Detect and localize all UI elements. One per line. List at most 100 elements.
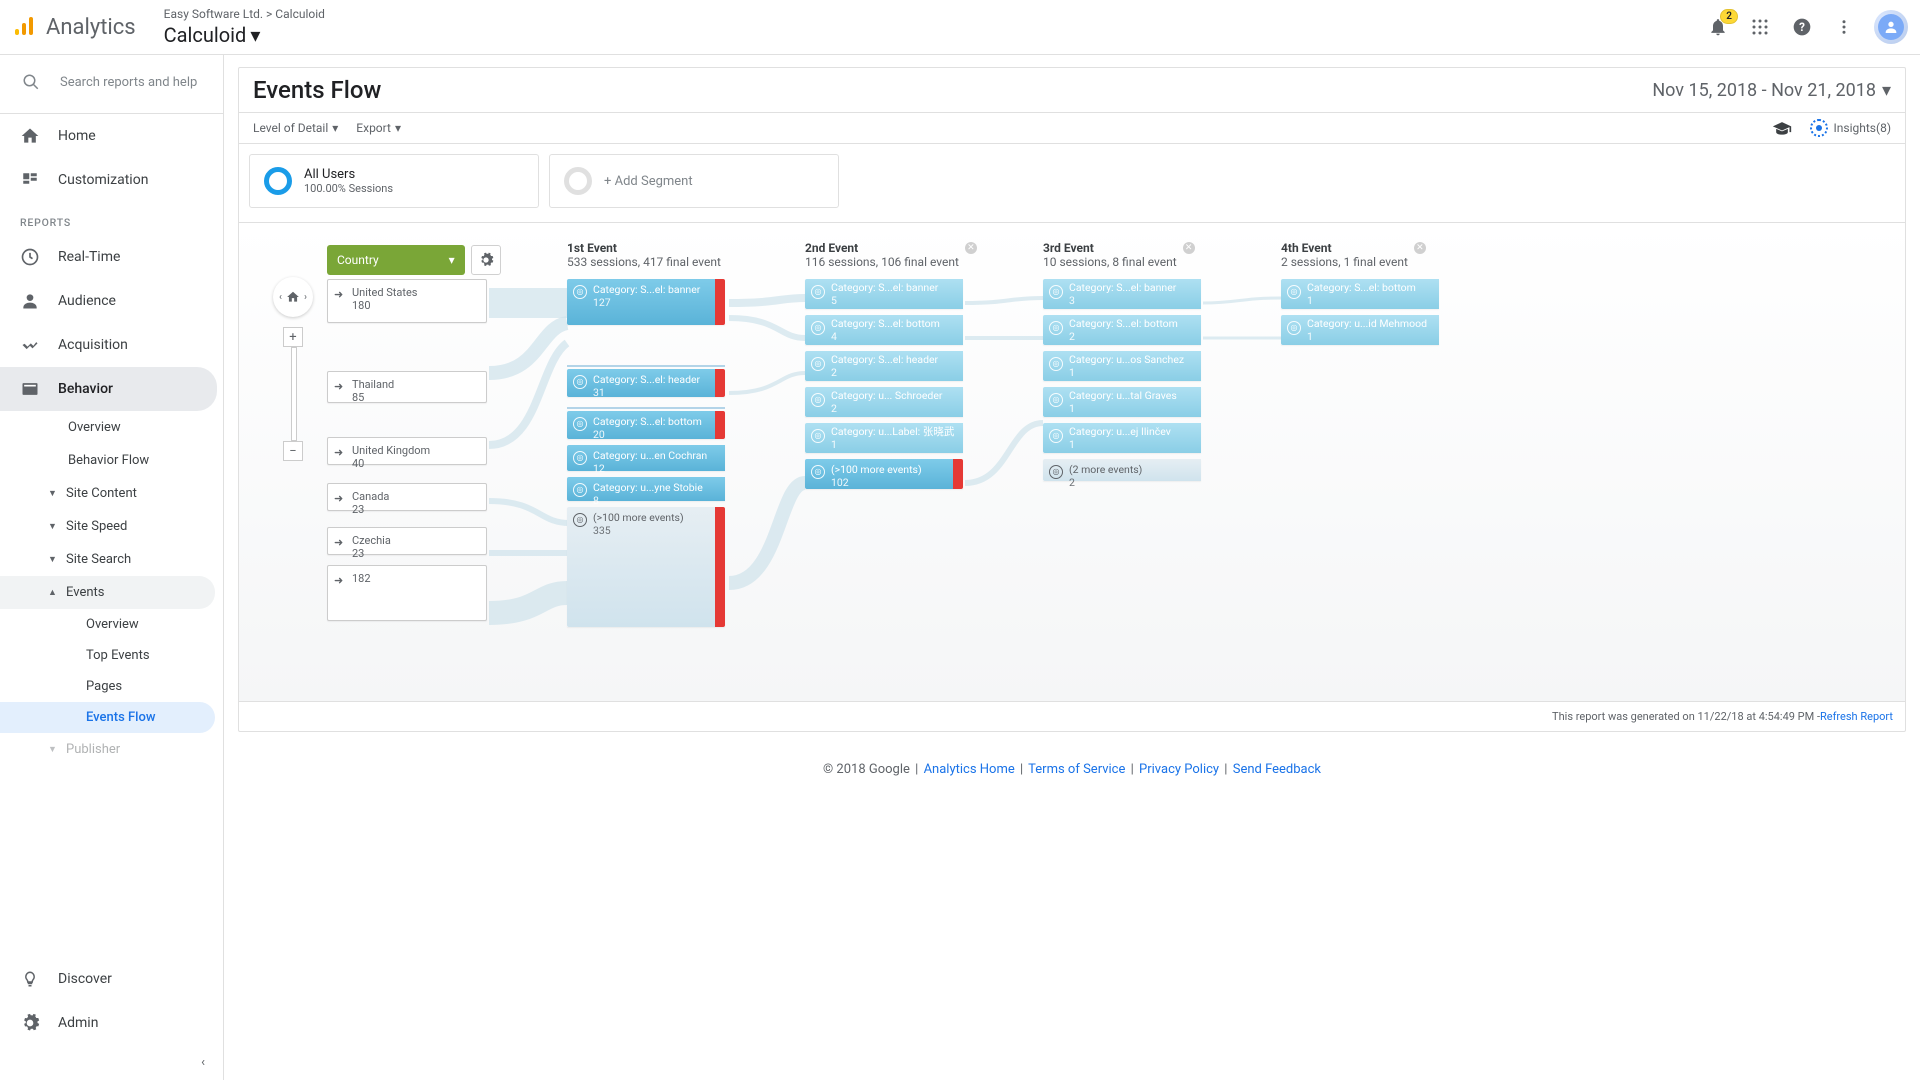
event-label: Category: u...tal Graves (1069, 390, 1195, 403)
event-node[interactable]: ◎ Category: u...yne Stobie 8 (567, 477, 725, 501)
nav-behavior-overview[interactable]: Overview (0, 411, 215, 444)
help-button[interactable]: ? (1790, 15, 1814, 39)
event-node[interactable]: ◎ Category: u...en Cochran 12 (567, 445, 725, 471)
source-node[interactable]: ➜ United States 180 (327, 279, 487, 323)
event-column: ◎ Category: S...el: banner 3 ◎ Category:… (1043, 279, 1201, 487)
event-icon: ◎ (573, 513, 587, 527)
insights-button[interactable]: Insights(8) (1810, 119, 1892, 137)
analytics-home-link[interactable]: Analytics Home (924, 762, 1015, 777)
source-node[interactable]: ➜ Thailand 85 (327, 371, 487, 403)
flow-settings-button[interactable] (471, 245, 501, 275)
nav-events-top[interactable]: Top Events (0, 640, 215, 671)
event-icon: ◎ (811, 357, 825, 371)
behavior-icon (20, 379, 40, 399)
apps-button[interactable] (1748, 15, 1772, 39)
account-avatar[interactable] (1874, 10, 1908, 44)
event-node[interactable]: ◎ Category: S...el: header 31 (567, 369, 725, 397)
source-node[interactable]: ➜ Czechia 23 (327, 527, 487, 555)
education-icon[interactable] (1772, 120, 1792, 136)
event-node[interactable]: ◎ Category: u...id Mehmood 1 (1281, 315, 1439, 345)
event-node[interactable]: ◎ Category: S...el: bottom 1 (1281, 279, 1439, 309)
event-node[interactable]: ◎ Category: S...el: bottom 20 (567, 411, 725, 439)
chevron-up-icon: ▲ (48, 587, 56, 598)
column-dismiss-button[interactable]: ✕ (1183, 242, 1195, 254)
search-input[interactable]: Search reports and help (0, 55, 223, 114)
privacy-link[interactable]: Privacy Policy (1139, 762, 1219, 777)
col-title: 2nd Event (805, 241, 959, 255)
home-icon (286, 290, 300, 304)
overflow-menu-button[interactable] (1832, 15, 1856, 39)
event-column: ◎ Category: S...el: bottom 1 ◎ Category:… (1281, 279, 1439, 351)
feedback-link[interactable]: Send Feedback (1233, 762, 1321, 777)
dropdown-caret-icon: ▾ (1882, 80, 1891, 101)
event-node[interactable]: ◎ Category: S...el: bottom 2 (1043, 315, 1201, 345)
nav-admin[interactable]: Admin (0, 1001, 217, 1045)
nav-site-search[interactable]: ▼Site Search (0, 543, 215, 576)
sidebar-collapse-button[interactable]: ‹ (0, 1045, 223, 1080)
event-node[interactable]: ◎ (>100 more events) 102 (805, 459, 963, 489)
nav-audience[interactable]: Audience (0, 279, 217, 323)
event-node[interactable]: ◎ Category: S...el: banner 127 (567, 279, 725, 325)
caret-down-icon: ▾ (332, 121, 338, 135)
zoom-out-button[interactable]: − (283, 441, 303, 461)
nav-events[interactable]: ▲Events (0, 576, 215, 609)
dimension-label: Country (337, 253, 379, 267)
nav-behavior-flow[interactable]: Behavior Flow (0, 444, 215, 477)
breadcrumb: Easy Software Ltd. > Calculoid (164, 7, 325, 21)
export-dropdown[interactable]: Export▾ (356, 121, 401, 135)
nav-events-pages[interactable]: Pages (0, 671, 215, 702)
level-of-detail-dropdown[interactable]: Level of Detail ▾ (253, 121, 338, 135)
nav-customization[interactable]: Customization (0, 158, 217, 202)
nav-site-speed[interactable]: ▼Site Speed (0, 510, 215, 543)
source-node[interactable]: ➜ 182 (327, 565, 487, 621)
zoom-reset-button[interactable]: ‹ › (273, 277, 313, 317)
event-label: Category: u...Label: 张晓武 (831, 426, 957, 439)
account-selector[interactable]: Easy Software Ltd. > Calculoid Calculoid… (164, 7, 325, 47)
event-count: 102 (831, 477, 947, 490)
toolbar-label: Level of Detail (253, 121, 328, 135)
event-node[interactable]: ◎ Category: S...el: bottom 4 (805, 315, 963, 345)
notifications-button[interactable]: 2 (1706, 15, 1730, 39)
col-title: 1st Event (567, 241, 721, 255)
nav-events-flow[interactable]: Events Flow (0, 702, 215, 733)
nav-home[interactable]: Home (0, 114, 217, 158)
nav-acquisition[interactable]: Acquisition (0, 323, 217, 367)
zoom-in-button[interactable]: + (283, 327, 303, 347)
column-dismiss-button[interactable]: ✕ (965, 242, 977, 254)
dimension-dropdown[interactable]: Country ▾ (327, 245, 465, 275)
source-node[interactable]: ➜ United Kingdom 40 (327, 437, 487, 465)
nav-site-content[interactable]: ▼Site Content (0, 477, 215, 510)
event-icon: ◎ (1049, 429, 1063, 443)
event-count: 1 (831, 439, 957, 452)
nav-events-overview[interactable]: Overview (0, 609, 215, 640)
event-node[interactable]: ◎ Category: u...tal Graves 1 (1043, 387, 1201, 417)
event-icon: ◎ (573, 451, 587, 465)
source-node[interactable]: ➜ Canada 23 (327, 483, 487, 511)
event-node[interactable]: ◎ Category: u...Label: 张晓武 1 (805, 423, 963, 453)
column-dismiss-button[interactable]: ✕ (1414, 242, 1426, 254)
nav-publisher[interactable]: ▼Publisher (0, 733, 215, 766)
event-node[interactable]: ◎ (2 more events) 2 (1043, 459, 1201, 481)
event-node[interactable]: ◎ Category: S...el: header 2 (805, 351, 963, 381)
date-range-picker[interactable]: Nov 15, 2018 - Nov 21, 2018 ▾ (1652, 80, 1891, 101)
add-segment-button[interactable]: + Add Segment (549, 154, 839, 208)
event-node[interactable]: ◎ Category: u...os Sanchez 1 (1043, 351, 1201, 381)
event-node[interactable]: ◎ Category: S...el: banner 5 (805, 279, 963, 309)
segment-all-users[interactable]: All Users 100.00% Sessions (249, 154, 539, 208)
event-icon: ◎ (573, 483, 587, 497)
nav-behavior[interactable]: Behavior (0, 367, 217, 411)
event-count: 127 (593, 297, 709, 310)
nav-discover[interactable]: Discover (0, 957, 217, 1001)
zoom-slider[interactable] (291, 347, 297, 441)
flow-column-header: 1st Event 533 sessions, 417 final event (567, 241, 721, 269)
tos-link[interactable]: Terms of Service (1028, 762, 1125, 777)
refresh-report-link[interactable]: Refresh Report (1820, 710, 1893, 723)
event-node[interactable]: ◎ Category: u... Schroeder 2 (805, 387, 963, 417)
nav-realtime[interactable]: Real-Time (0, 235, 217, 279)
property-label: Calculoid (164, 23, 247, 47)
event-node[interactable]: ◎ (>100 more events) 335 (567, 507, 725, 627)
event-node[interactable]: ◎ Category: S...el: banner 3 (1043, 279, 1201, 309)
flow-chart[interactable]: ‹ › + − Country ▾ (239, 222, 1905, 702)
event-node[interactable]: ◎ Category: u...ej Ilinčev 1 (1043, 423, 1201, 453)
event-icon: ◎ (1049, 321, 1063, 335)
